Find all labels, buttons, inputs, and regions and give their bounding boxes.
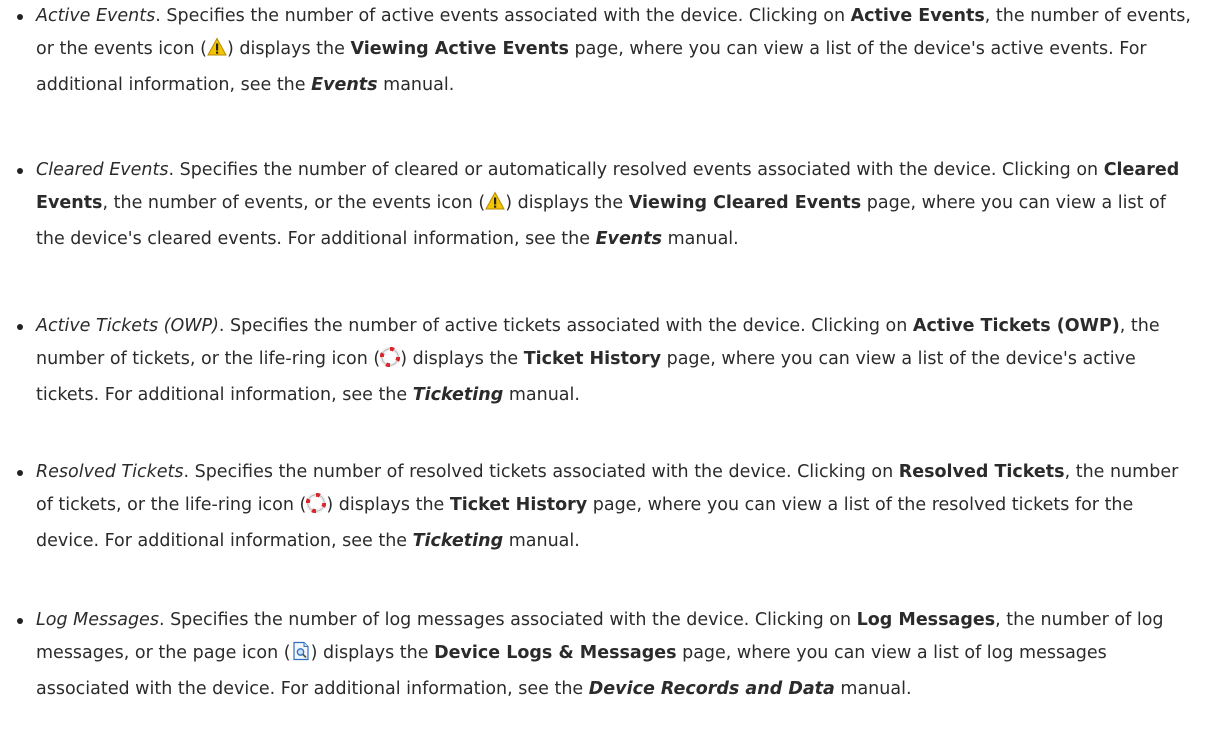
manual-reference: Ticketing [412,385,504,405]
page-icon[interactable] [291,640,311,673]
list-item: Active Events. Specifies the number of a… [0,0,1200,102]
life-ring-icon[interactable] [306,492,327,525]
bullet-point [17,324,23,330]
body-text: manual. [834,679,912,699]
manual-reference: Events [311,75,378,95]
body-text: , the number of events, or the events ic… [102,193,486,213]
field-name: Active Events [36,6,156,26]
ui-reference: Resolved Tickets [898,462,1065,482]
body-text: manual. [377,75,455,95]
body-text: manual. [662,229,739,249]
field-name: Active Tickets (OWP) [36,316,219,336]
bullet-point [17,14,23,20]
body-text: . Specifies the number of resolved ticke… [183,462,899,482]
body-text: . Specifies the number of active tickets… [218,316,913,336]
ui-reference: Ticket History [523,349,662,369]
ui-reference: Device Logs & Messages [434,643,677,663]
field-name: Cleared Events [36,160,169,180]
manual-reference: Events [595,229,663,249]
life-ring-icon[interactable] [380,346,401,379]
manual-reference: Ticketing [412,531,504,551]
list-item: Log Messages. Specifies the number of lo… [0,604,1200,706]
body-text: ) displays the [310,643,435,663]
list-item: Cleared Events. Specifies the number of … [0,154,1200,256]
body-text: ) displays the [400,349,524,369]
body-text: . Specifies the number of active events … [155,6,851,26]
list-item: Resolved Tickets. Specifies the number o… [0,456,1200,558]
bullet-point [17,168,23,174]
list-item: Active Tickets (OWP). Specifies the numb… [0,310,1200,412]
warning-icon[interactable] [207,36,227,69]
ui-reference: Viewing Cleared Events [628,193,862,213]
ui-reference: Ticket History [449,495,588,515]
body-text: . Specifies the number of log messages a… [158,610,857,630]
ui-reference: Active Events [850,6,985,26]
body-text: manual. [503,385,580,405]
bullet-point [17,470,23,476]
manual-reference: Device Records and Data [588,679,835,699]
body-text: ) displays the [226,39,351,59]
field-name: Resolved Tickets [36,462,184,482]
document-page: Active Events. Specifies the number of a… [0,0,1211,733]
ui-reference: Active Tickets (OWP) [912,316,1120,336]
warning-icon[interactable] [485,190,506,223]
body-text: ) displays the [505,193,629,213]
body-text: . Specifies the number of cleared or aut… [168,160,1104,180]
ui-reference: Log Messages [856,610,996,630]
field-name: Log Messages [36,610,159,630]
body-text: ) displays the [326,495,450,515]
bullet-point [17,618,23,624]
body-text: manual. [503,531,580,551]
ui-reference: Viewing Active Events [350,39,569,59]
